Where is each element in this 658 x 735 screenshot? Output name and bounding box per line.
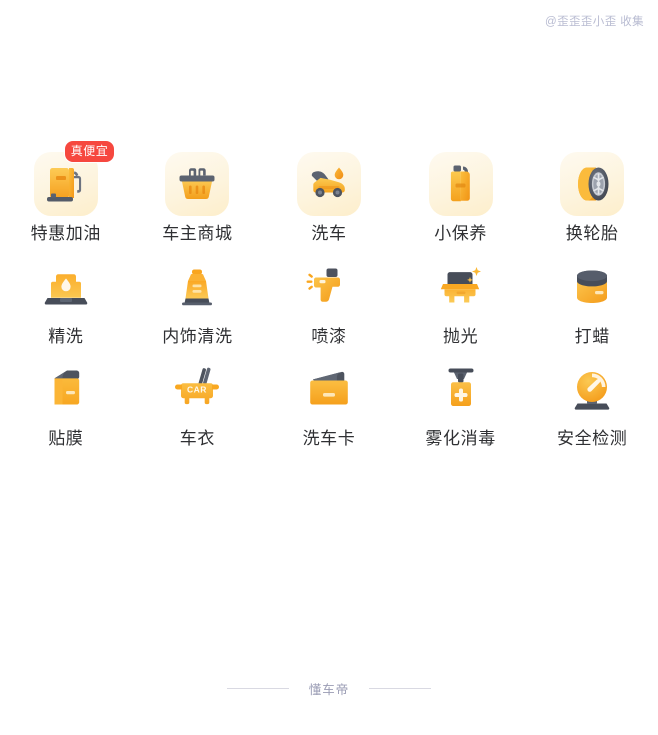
grid-item-tire[interactable]: 换轮胎 [526, 152, 658, 244]
icon-container [301, 260, 357, 316]
spray-gun-icon [301, 260, 357, 316]
grid-item-film-roll[interactable]: 贴膜 [0, 362, 132, 449]
service-icon-grid: 真便宜 特惠加油 车主商城 洗车 小保养 换轮胎 精洗 内饰清洗 喷漆 抛光 打… [0, 140, 658, 449]
grid-item-sprayer-bottle[interactable]: 雾化消毒 [395, 362, 527, 449]
grid-item-wax-jar[interactable]: 打蜡 [526, 260, 658, 347]
icon-set-page: @歪歪歪小歪 收集 真便宜 特惠加油 车主商城 洗车 小保养 换轮胎 精洗 内饰… [0, 0, 658, 735]
grid-item-label: 精洗 [48, 326, 84, 346]
wash-card-icon [301, 362, 357, 418]
grid-item-interior-clean[interactable]: 内饰清洗 [132, 260, 264, 347]
grid-item-wash-card[interactable]: 洗车卡 [263, 362, 395, 449]
footer: 懂车帝 [0, 679, 658, 698]
grid-item-label: 特惠加油 [30, 224, 101, 243]
grid-item-label: 洗车 [311, 224, 347, 243]
grid-item-label: 打蜡 [574, 326, 610, 346]
sprayer-bottle-icon [433, 362, 489, 418]
icon-container: CAR [169, 362, 225, 418]
svg-text:CAR: CAR [187, 385, 207, 395]
polish-car-icon [433, 260, 489, 316]
grid-item-oil-canister[interactable]: 小保养 [395, 152, 527, 244]
icon-container [560, 152, 625, 216]
footer-divider-left [226, 688, 289, 689]
car-cover-icon: CAR [169, 362, 225, 418]
wax-jar-icon [564, 260, 620, 316]
icon-container [564, 260, 620, 316]
grid-item-label: 雾化消毒 [425, 429, 496, 449]
grid-item-gas-pump[interactable]: 真便宜 特惠加油 [0, 140, 132, 244]
tire-icon [560, 152, 624, 216]
icon-container [38, 260, 94, 316]
watermark-credit: @歪歪歪小歪 收集 [545, 16, 644, 28]
promo-badge: 真便宜 [63, 140, 116, 163]
grid-item-label: 抛光 [442, 326, 479, 346]
grid-item-gauge[interactable]: 安全检测 [526, 362, 658, 449]
grid-item-label: 洗车卡 [302, 429, 356, 449]
icon-container [169, 260, 225, 316]
grid-item-label: 车衣 [179, 429, 215, 449]
grid-item-label: 车主商城 [162, 224, 233, 243]
grid-item-spray-gun[interactable]: 喷漆 [263, 260, 395, 347]
car-wash-icon [297, 152, 361, 216]
footer-divider-right [369, 688, 432, 689]
icon-container [165, 152, 230, 216]
grid-item-deep-clean[interactable]: 精洗 [0, 260, 132, 347]
icon-container [428, 152, 493, 216]
grid-item-label: 换轮胎 [565, 224, 619, 243]
grid-item-label: 内饰清洗 [162, 326, 233, 346]
icon-container [38, 362, 94, 418]
icon-container [433, 362, 489, 418]
interior-clean-icon [169, 260, 225, 316]
deep-clean-icon [38, 260, 94, 316]
grid-item-label: 贴膜 [48, 429, 84, 449]
gauge-icon [564, 362, 620, 418]
icon-container: 真便宜 [33, 140, 116, 216]
grid-item-car-cover[interactable]: CAR 车衣 [132, 362, 264, 449]
grid-item-shopping-basket[interactable]: 车主商城 [132, 152, 264, 244]
grid-item-label: 安全检测 [556, 429, 628, 449]
grid-item-label: 小保养 [434, 224, 487, 243]
grid-item-car-wash[interactable]: 洗车 [263, 152, 395, 244]
icon-container [296, 152, 361, 216]
oil-canister-icon [429, 152, 493, 216]
icon-container [301, 362, 357, 418]
shopping-basket-icon [165, 152, 229, 216]
icon-container [564, 362, 620, 418]
grid-item-label: 喷漆 [311, 326, 347, 346]
film-roll-icon [38, 362, 94, 418]
icon-container [433, 260, 489, 316]
footer-brand-label: 懂车帝 [308, 683, 350, 697]
grid-item-polish-car[interactable]: 抛光 [395, 260, 527, 347]
